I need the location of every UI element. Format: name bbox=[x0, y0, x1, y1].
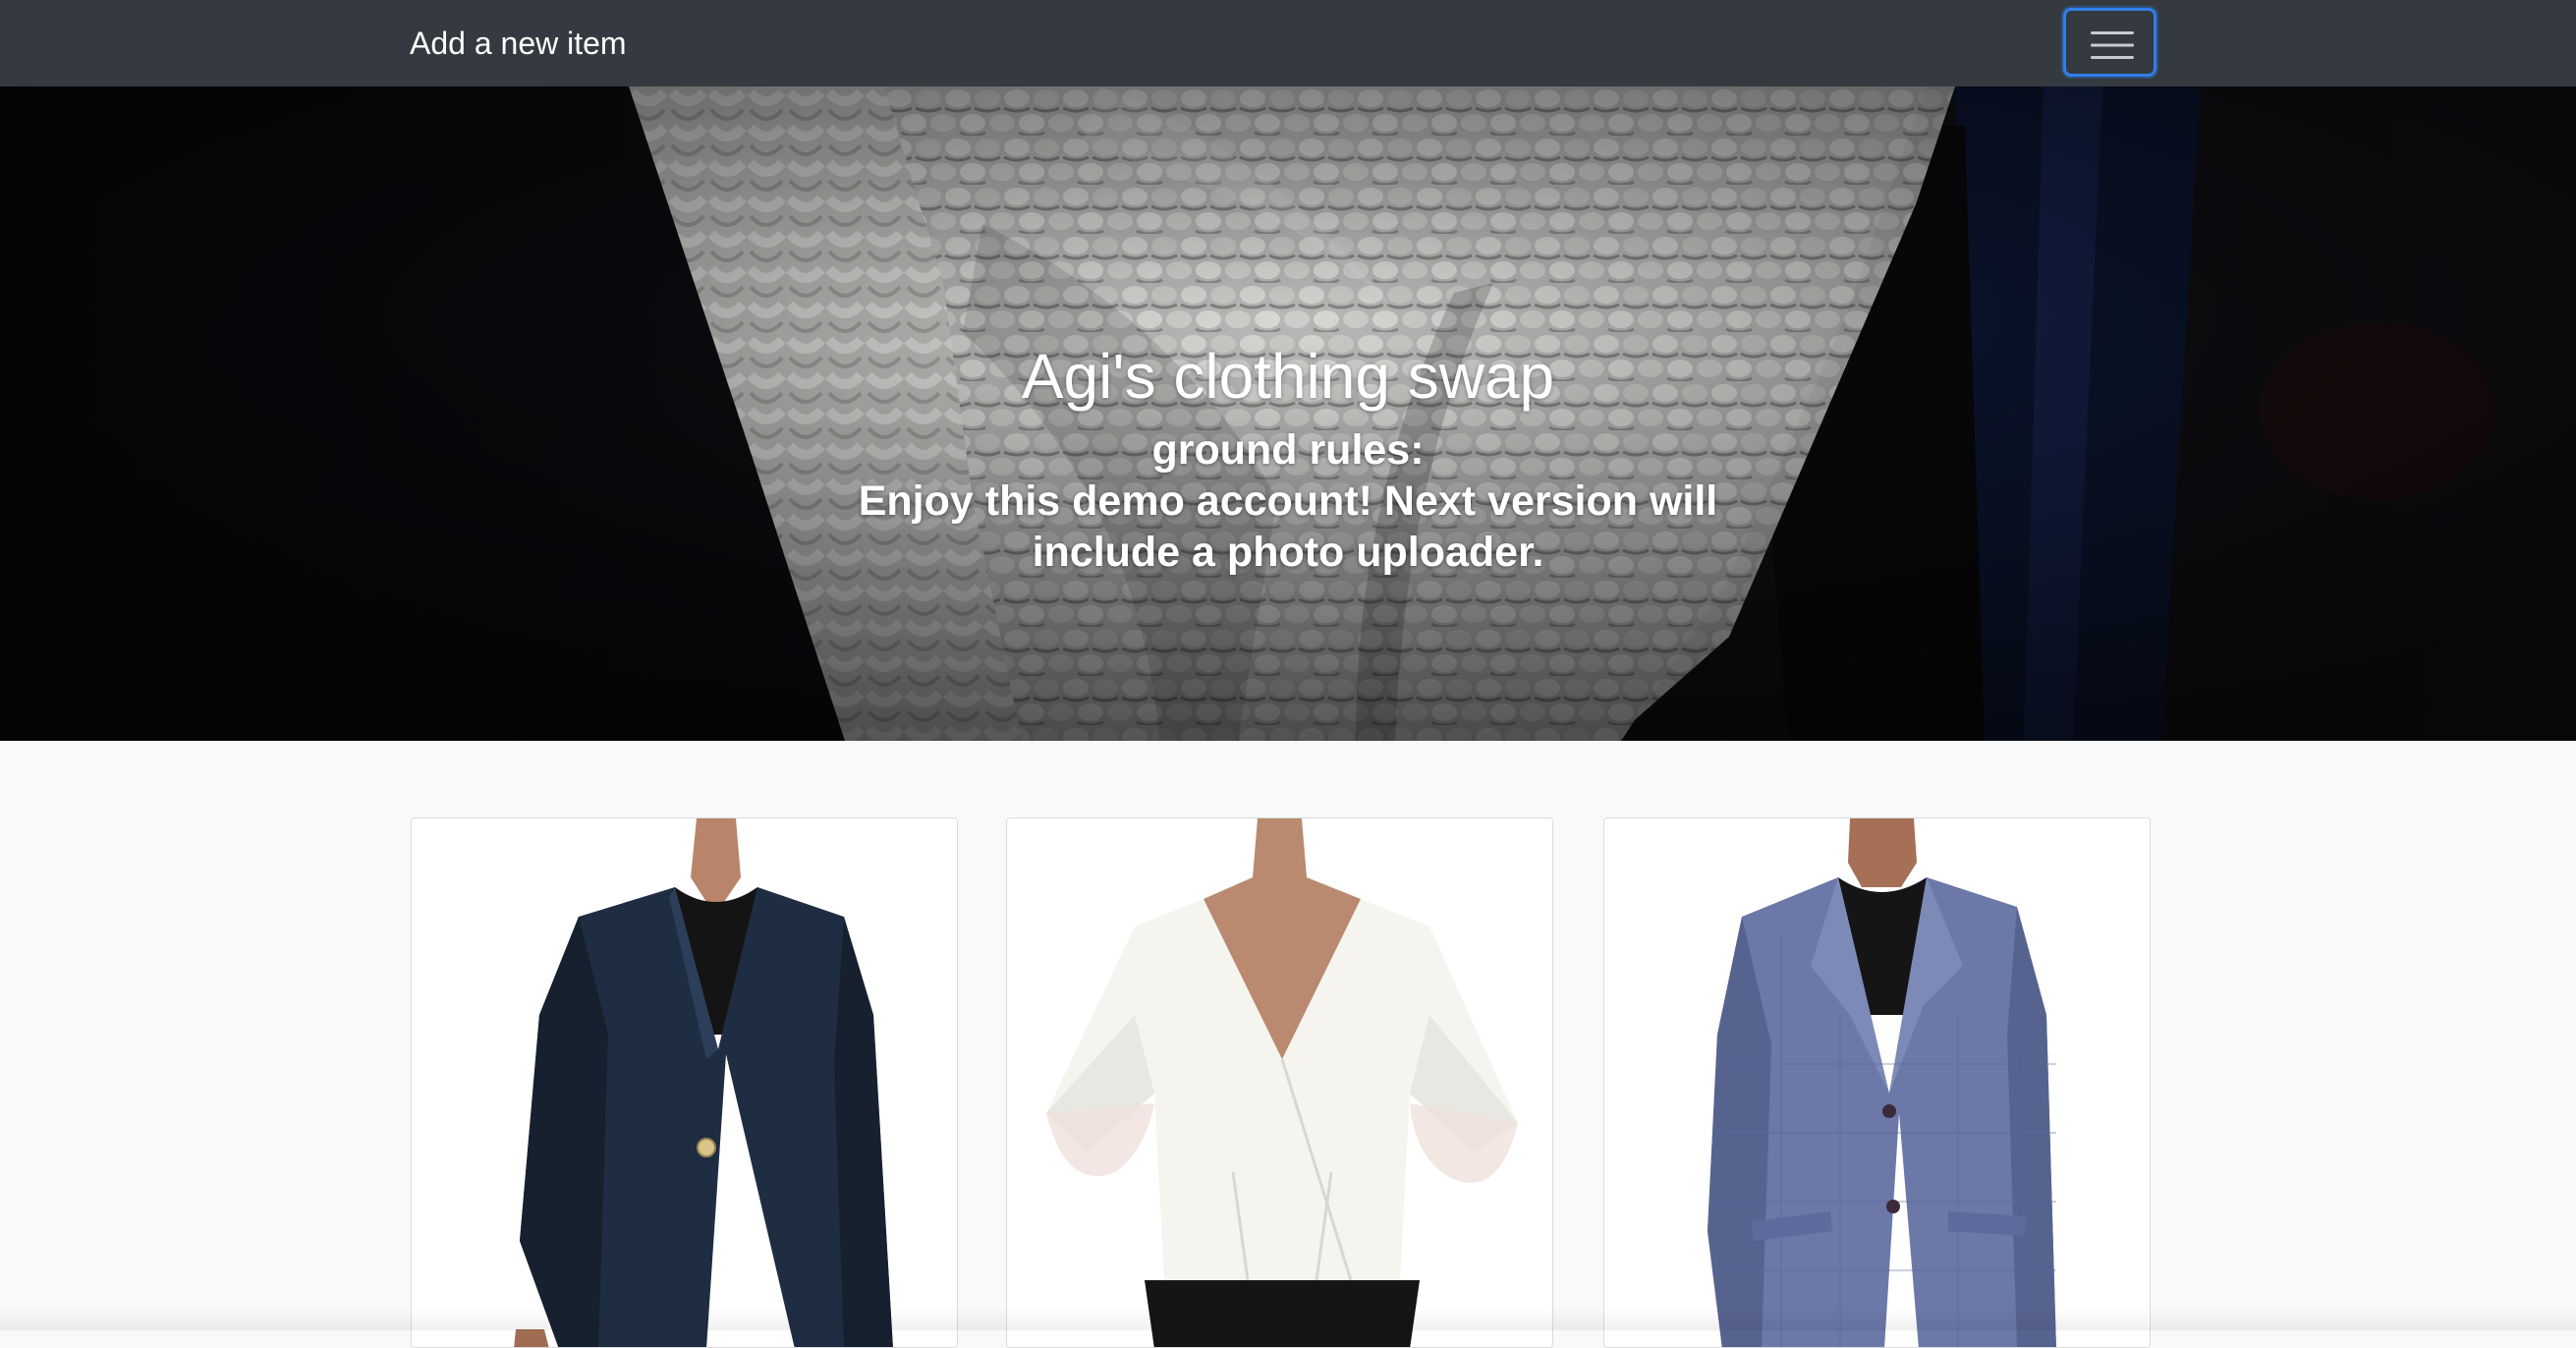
item-card[interactable] bbox=[1006, 817, 1553, 1348]
ground-rules-heading: ground rules: bbox=[1151, 426, 1425, 474]
item-photo bbox=[1007, 818, 1552, 1347]
item-card[interactable] bbox=[411, 817, 958, 1348]
hamburger-icon bbox=[2091, 31, 2134, 59]
item-card[interactable] bbox=[1603, 817, 2151, 1348]
item-photo bbox=[412, 818, 957, 1347]
scroll-fade bbox=[0, 1307, 2576, 1330]
hero-banner: Agi's clothing swap ground rules: Enjoy … bbox=[0, 86, 2576, 741]
navbar-toggle-button[interactable] bbox=[2063, 8, 2156, 77]
item-photo bbox=[1604, 818, 2150, 1347]
navbar: Add a new item bbox=[0, 0, 2576, 86]
add-new-item-link[interactable]: Add a new item bbox=[410, 22, 627, 65]
hero-title: Agi's clothing swap bbox=[1021, 341, 1555, 412]
ground-rules-text: Enjoy this demo account! Next version wi… bbox=[858, 477, 1718, 576]
ground-rules: ground rules: Enjoy this demo account! N… bbox=[846, 424, 1730, 578]
